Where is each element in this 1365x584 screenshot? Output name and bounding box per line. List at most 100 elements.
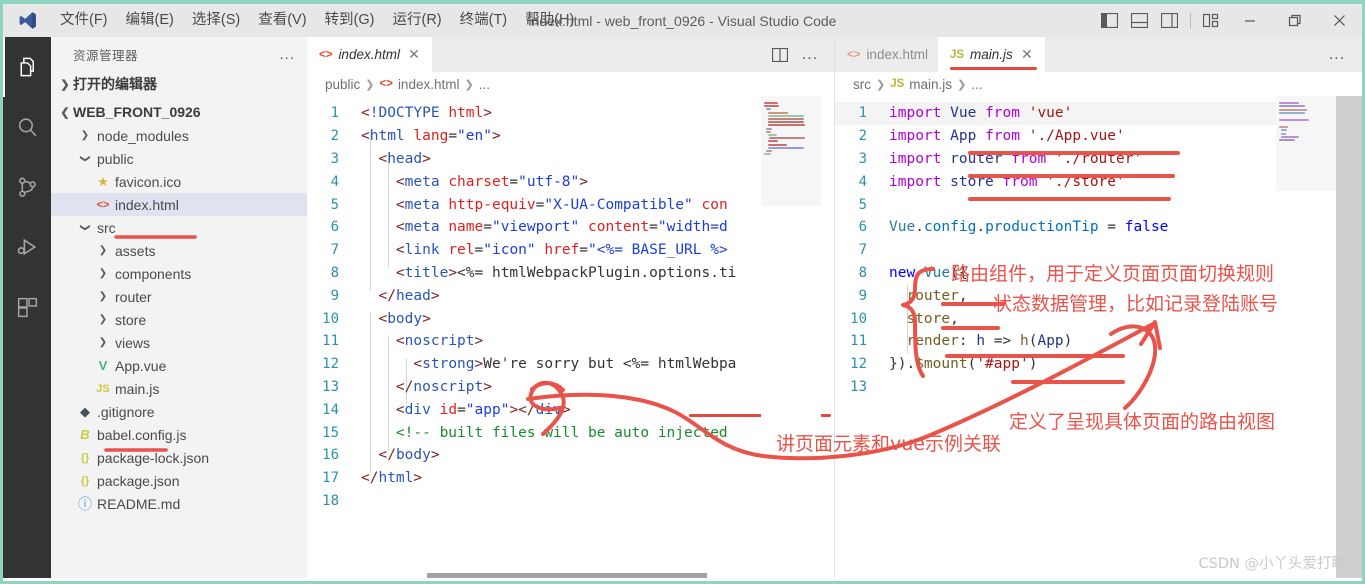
workspace-folder-label: WEB_FRONT_0926: [73, 104, 201, 120]
tree-item-label: components: [115, 265, 192, 282]
tab-index-html-left[interactable]: <> index.html ✕: [307, 37, 432, 72]
menubar[interactable]: 文件(F) 编辑(E) 选择(S) 查看(V) 转到(G) 运行(R) 终端(T…: [51, 4, 583, 37]
breadcrumb-file[interactable]: index.html: [398, 77, 460, 92]
code-line: 1 <!DOCTYPE html>: [307, 102, 835, 125]
code-editor-left[interactable]: 1 <!DOCTYPE html> 2 <html lang="en"> 3 <he…: [307, 96, 835, 581]
breadcrumb-symbols[interactable]: ...: [479, 77, 490, 92]
html-icon: <>: [96, 198, 110, 211]
titlebar-controls: [1094, 4, 1362, 37]
star-icon: ★: [97, 173, 109, 189]
activity-explorer[interactable]: [3, 37, 51, 97]
minimap-line: [767, 118, 804, 120]
line-number: 1: [330, 105, 339, 122]
breadcrumb-right[interactable]: src ❯ JS main.js ❯ ...: [835, 72, 1362, 96]
minimap-line: [767, 114, 804, 117]
tab-index-html-right[interactable]: <> index.html: [835, 37, 938, 72]
editor-more-actions-icon[interactable]: ...: [1324, 37, 1350, 72]
vertical-scrollbar-left[interactable]: [821, 96, 835, 581]
tree-item-label: views: [115, 334, 151, 351]
menu-help[interactable]: 帮助(H): [516, 4, 583, 37]
activity-search[interactable]: [3, 97, 51, 157]
tree-item-main-js[interactable]: JS main.js: [51, 377, 307, 400]
minimap-line: [1279, 125, 1288, 128]
tree-item-assets[interactable]: ❯ assets: [51, 239, 307, 262]
tree-item-views[interactable]: ❯ views: [51, 331, 307, 354]
tree-item--gitignore[interactable]: ◆ .gitignore: [51, 400, 307, 423]
line-number: 6: [330, 219, 339, 236]
code-line: 8 <title><%= htmlWebpackPlugin.options.t…: [307, 262, 835, 285]
tree-item-babel-config-js[interactable]: Bbabel.config.js: [51, 423, 307, 446]
minimap-line: [765, 127, 773, 130]
menu-selection[interactable]: 选择(S): [183, 4, 249, 37]
menu-view[interactable]: 查看(V): [249, 4, 315, 37]
js-icon: JS: [96, 382, 110, 395]
explorer-more-actions-icon[interactable]: ...: [279, 46, 295, 63]
menu-terminal[interactable]: 终端(T): [451, 4, 517, 37]
tree-item-src[interactable]: ❮ src: [51, 216, 307, 239]
editor-more-actions-icon[interactable]: ...: [797, 37, 823, 72]
tree-item-node-modules[interactable]: ❯ node_modules: [51, 124, 307, 147]
babel-icon: B: [80, 427, 90, 442]
vertical-scrollbar-right[interactable]: [1336, 96, 1362, 581]
activity-extensions[interactable]: [3, 277, 51, 337]
breadcrumb-folder[interactable]: public: [325, 77, 360, 92]
explorer-header: 资源管理器 ...: [51, 37, 307, 72]
menu-file[interactable]: 文件(F): [51, 4, 117, 37]
json-icon: {}: [80, 474, 90, 487]
tree-item-components[interactable]: ❯ components: [51, 262, 307, 285]
tree-item-index-html[interactable]: <> index.html: [51, 193, 307, 216]
tab-main-js[interactable]: JS main.js ✕: [937, 37, 1045, 72]
maximize-button[interactable]: [1272, 4, 1317, 37]
tree-item-readme-md[interactable]: ⓘ README.md: [51, 492, 307, 515]
menu-edit[interactable]: 编辑(E): [117, 4, 183, 37]
code-line: 14 <div id="app"></div>: [307, 398, 835, 421]
line-number: 8: [330, 264, 339, 281]
menu-run[interactable]: 运行(R): [383, 4, 450, 37]
toggle-panel-icon[interactable]: [1124, 4, 1154, 37]
tree-item-public[interactable]: ❮ public: [51, 147, 307, 170]
toggle-secondary-sidebar-icon[interactable]: [1154, 4, 1184, 37]
minimap-right[interactable]: [1276, 96, 1336, 581]
info-icon: ⓘ: [78, 495, 92, 512]
json-icon: {}: [80, 451, 90, 464]
line-number: 12: [322, 356, 339, 373]
close-button[interactable]: [1317, 4, 1362, 37]
tab-close-icon[interactable]: ✕: [1019, 46, 1035, 63]
tree-item-router[interactable]: ❯ router: [51, 285, 307, 308]
tree-item-label: README.md: [97, 495, 181, 512]
breadcrumb-file[interactable]: main.js: [909, 77, 952, 92]
toggle-primary-sidebar-icon[interactable]: [1094, 4, 1124, 37]
activity-source-control[interactable]: [3, 157, 51, 217]
html-icon: <>: [847, 48, 861, 61]
minimize-button[interactable]: [1227, 4, 1272, 37]
tree-item-label: favicon.ico: [115, 173, 182, 190]
tree-item-label: main.js: [115, 380, 160, 397]
activity-run-and-debug[interactable]: [3, 217, 51, 277]
code-editor-right[interactable]: 1 import Vue from 'vue' 2 import App from …: [835, 96, 1362, 581]
split-editor-icon[interactable]: [767, 37, 793, 72]
breadcrumb-symbols[interactable]: ...: [971, 77, 982, 92]
minimap-line: [767, 111, 789, 114]
line-number: 17: [322, 470, 339, 487]
breadcrumb-left[interactable]: public ❯ <> index.html ❯ ...: [307, 72, 835, 96]
menu-go[interactable]: 转到(G): [316, 4, 384, 37]
tab-close-icon[interactable]: ✕: [406, 46, 422, 63]
tree-item-store[interactable]: ❯ store: [51, 308, 307, 331]
tree-item-app-vue[interactable]: V App.vue: [51, 354, 307, 377]
breadcrumb-folder[interactable]: src: [853, 77, 871, 92]
customize-layout-icon[interactable]: [1197, 4, 1227, 37]
minimap-line: [767, 143, 787, 146]
line-number: 6: [858, 219, 867, 236]
tree-item-package-json[interactable]: {} package.json: [51, 469, 307, 492]
html-icon: <>: [379, 78, 393, 90]
section-workspace-folder[interactable]: ❮ WEB_FRONT_0926: [51, 100, 307, 124]
minimap-left[interactable]: [761, 96, 821, 581]
line-number: 8: [858, 264, 867, 281]
tree-item-package-lock-json[interactable]: {} package-lock.json: [51, 446, 307, 469]
section-open-editors[interactable]: ❯ 打开的编辑器: [51, 72, 307, 96]
code-line: 13 </noscript>: [307, 376, 835, 399]
tree-item-favicon-ico[interactable]: ★ favicon.ico: [51, 170, 307, 193]
tree-item-label: index.html: [115, 196, 179, 213]
html-icon: <>: [319, 48, 333, 61]
csdn-watermark: CSDN @小丫头爱打盹: [1198, 556, 1346, 572]
